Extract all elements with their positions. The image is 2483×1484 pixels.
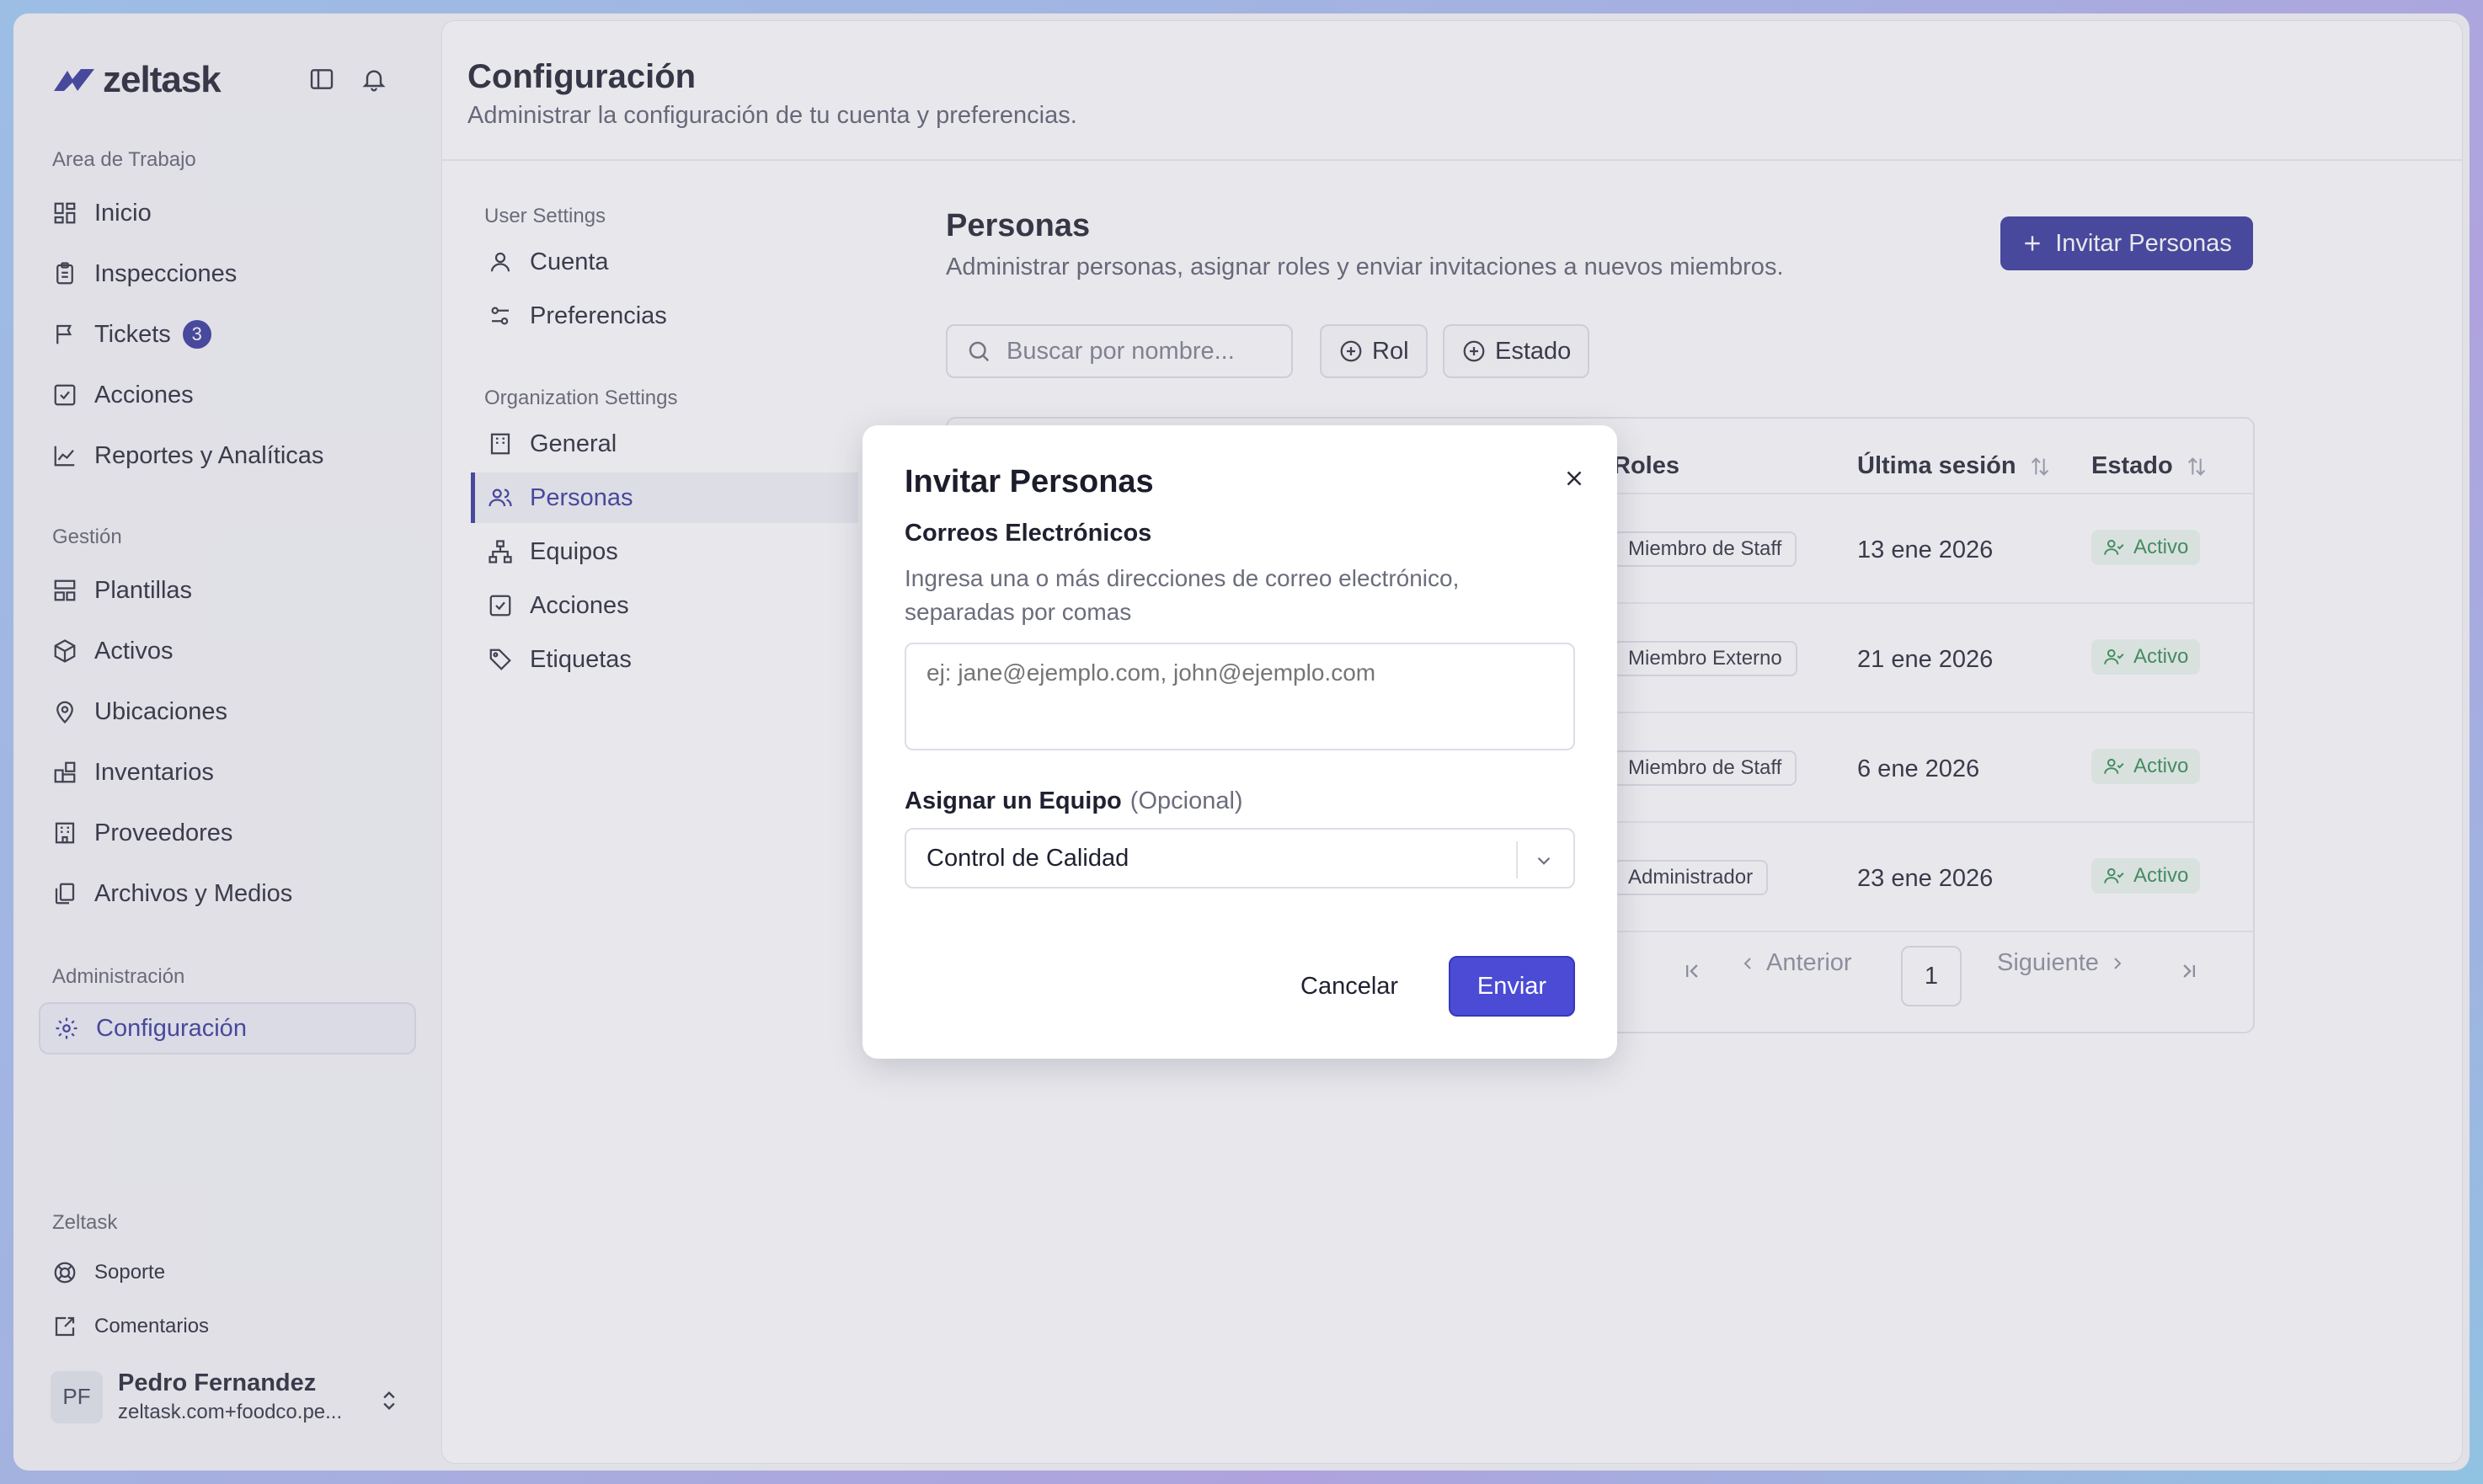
select-separator	[1516, 841, 1518, 878]
cancel-button[interactable]: Cancelar	[1280, 956, 1418, 1017]
dialog-title: Invitar Personas	[905, 464, 1154, 499]
team-optional-hint: (Opcional)	[1129, 787, 1243, 814]
invite-people-dialog: Invitar Personas Correos Electrónicos In…	[862, 425, 1617, 1059]
chevron-down-icon	[1533, 850, 1555, 872]
emails-label: Correos Electrónicos	[905, 520, 1152, 547]
send-button[interactable]: Enviar	[1449, 956, 1575, 1017]
close-icon[interactable]	[1562, 466, 1587, 491]
team-select[interactable]: Control de Calidad	[905, 828, 1575, 889]
emails-help-text: Ingresa una o más direcciones de correo …	[905, 565, 1460, 625]
team-label: Asignar un Equipo (Opcional)	[905, 787, 1243, 814]
team-select-value: Control de Calidad	[926, 844, 1129, 872]
emails-input[interactable]	[905, 643, 1575, 750]
